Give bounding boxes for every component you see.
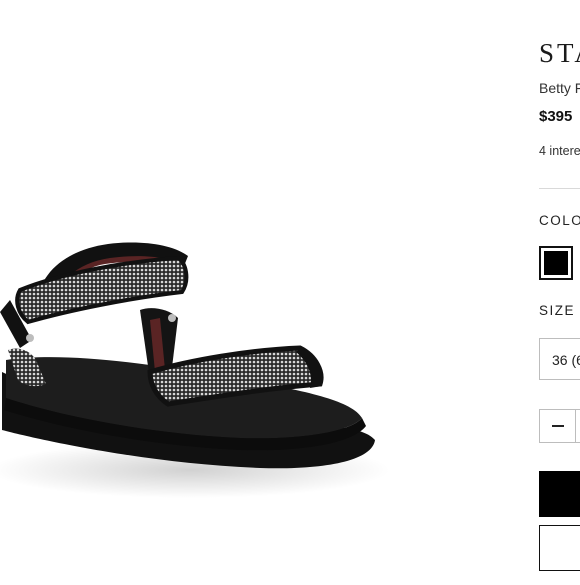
quantity-decrease-button[interactable] — [539, 409, 575, 443]
secondary-action-button[interactable] — [539, 525, 580, 571]
installment-info[interactable]: 4 intere — [539, 144, 580, 158]
brand-name[interactable]: STA — [539, 38, 580, 69]
size-select[interactable]: 36 (6 — [539, 338, 580, 380]
color-swatch-black[interactable] — [539, 246, 573, 280]
product-price: $395 — [539, 108, 573, 125]
size-label: SIZE — [539, 303, 576, 318]
product-info-panel: STA Betty F $395 4 intere COLOR SIZE 36 … — [539, 0, 580, 580]
add-to-bag-button[interactable] — [539, 471, 580, 517]
size-select-value: 36 (6 — [552, 352, 580, 368]
sandal-illustration — [0, 242, 390, 498]
color-label: COLOR — [539, 213, 580, 228]
product-image[interactable] — [0, 0, 520, 580]
minus-icon — [551, 425, 564, 427]
swatch-fill — [544, 251, 568, 275]
quantity-value-field[interactable] — [576, 409, 580, 443]
product-name: Betty F — [539, 80, 580, 96]
divider — [539, 188, 580, 189]
